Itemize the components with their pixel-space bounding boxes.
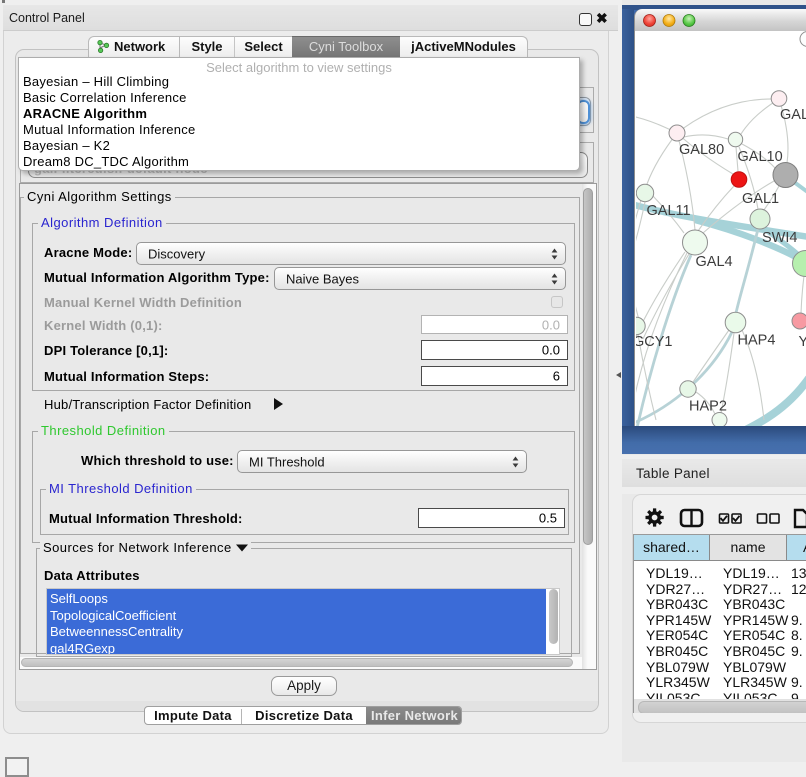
svg-text:YB: YB	[799, 334, 806, 350]
svg-text:SWI4: SWI4	[762, 230, 797, 246]
svg-text:GAL1: GAL1	[742, 191, 779, 207]
svg-text:HAP2: HAP2	[689, 399, 727, 415]
svg-text:GCY1: GCY1	[636, 334, 673, 350]
svg-text:HAP4: HAP4	[738, 333, 776, 349]
svg-text:GAL10: GAL10	[738, 149, 783, 165]
svg-text:GAL11: GAL11	[647, 203, 691, 219]
svg-text:GAL80: GAL80	[679, 142, 724, 158]
svg-text:GAL4: GAL4	[696, 254, 733, 270]
svg-text:GAL2: GAL2	[780, 107, 806, 123]
